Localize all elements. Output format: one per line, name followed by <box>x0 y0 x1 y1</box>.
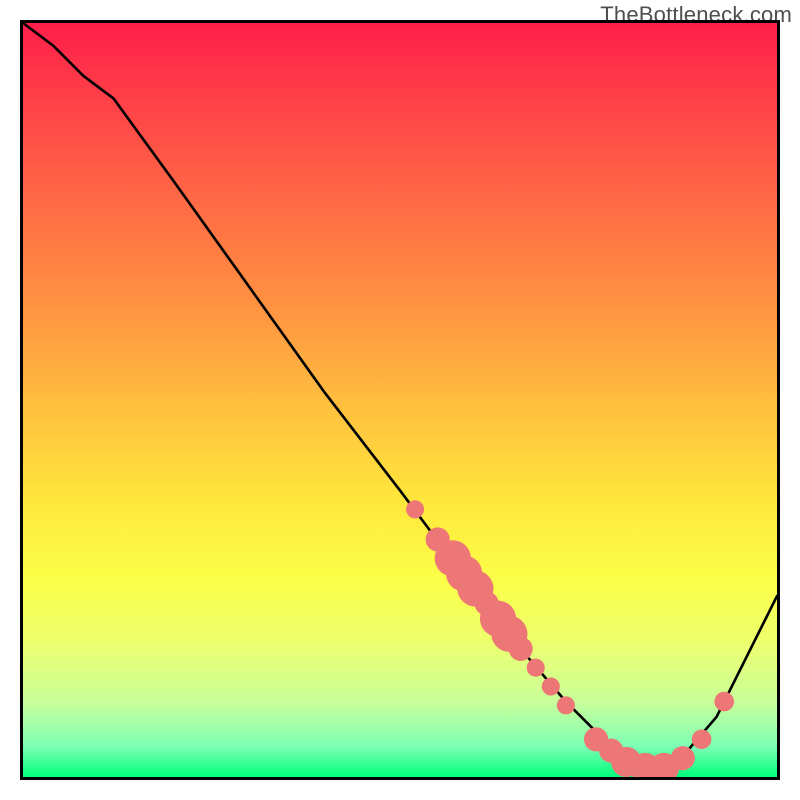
curve-marker <box>542 677 560 695</box>
plot-area <box>20 20 780 780</box>
curve-marker <box>509 637 533 661</box>
curve-marker <box>557 696 575 714</box>
chart-canvas: TheBottleneck.com <box>0 0 800 800</box>
curve-markers <box>406 500 734 777</box>
curve-marker <box>527 659 545 677</box>
curve-marker <box>406 500 424 518</box>
curve-svg <box>23 23 777 777</box>
curve-marker <box>671 746 695 770</box>
curve-marker <box>692 729 712 749</box>
bottleneck-curve <box>23 23 777 769</box>
curve-marker <box>714 692 734 712</box>
